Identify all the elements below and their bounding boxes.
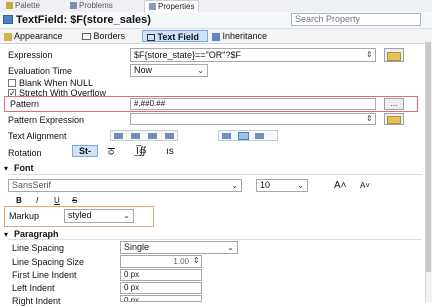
page-title: TextField: $F(store_sales) [16, 14, 151, 26]
markup-dropdown[interactable]: styled ⌄ [64, 209, 134, 223]
evaluation-time-dropdown[interactable]: Now ⌄ [130, 64, 208, 77]
paragraph-section-toggle-icon[interactable]: ▾ [4, 230, 8, 239]
textfield-icon [3, 15, 13, 24]
chevron-down-icon: ⌄ [227, 243, 234, 252]
palette-icon [6, 2, 13, 10]
chevron-down-icon: ⌄ [231, 181, 238, 190]
rotation-label: Rotation [8, 148, 42, 158]
line-spacing-dropdown[interactable]: Single ⌄ [120, 241, 238, 254]
horizontal-alignment-group [110, 130, 178, 141]
tab-palette[interactable]: Palette [6, 0, 40, 11]
appearance-icon [4, 32, 12, 41]
markup-label: Markup [9, 211, 40, 221]
increase-font-size-button[interactable]: A˄ [334, 180, 347, 191]
search-property-input[interactable] [291, 13, 421, 26]
chevron-down-icon: ⌄ [197, 66, 204, 75]
tab-borders[interactable]: Borders [82, 30, 125, 42]
pattern-field[interactable]: #,##0.## [130, 98, 376, 110]
first-line-indent-label: First Line Indent [12, 270, 77, 280]
font-section-label: Font [14, 163, 34, 173]
rotation-upside-down-button[interactable]: ıs [166, 146, 174, 157]
pattern-expression-editor-icon [387, 116, 401, 124]
rotation-right-button[interactable]: I̲̅∯ [136, 146, 147, 157]
problems-icon [70, 2, 77, 10]
line-spacing-size-field[interactable]: 1.00 [120, 255, 202, 268]
expression-editor-button[interactable] [384, 48, 404, 62]
expression-field[interactable]: $F{store_state}=="OR"?$F [130, 48, 376, 62]
pattern-browse-button[interactable]: ... [384, 98, 404, 110]
paragraph-divider [8, 239, 422, 240]
chevron-down-icon: ⌄ [297, 181, 304, 190]
font-section-toggle-icon[interactable]: ▾ [4, 164, 8, 173]
expression-spinner-icon[interactable]: ⇕ [366, 50, 373, 59]
font-divider [8, 174, 422, 175]
line-spacing-size-label: Line Spacing Size [12, 257, 85, 267]
align-top-icon[interactable] [222, 133, 231, 139]
rotation-none-button[interactable]: St- [72, 145, 98, 157]
borders-icon [82, 33, 91, 41]
vertical-alignment-group [218, 130, 278, 141]
tab-problems[interactable]: Problems [70, 0, 113, 11]
line-spacing-size-spinner-icon[interactable]: ⇕ [193, 256, 200, 265]
properties-icon [149, 3, 156, 11]
expression-label: Expression [8, 50, 53, 60]
pattern-expression-editor-button[interactable] [384, 113, 404, 125]
right-indent-field[interactable]: 0 px [120, 295, 202, 302]
align-right-icon[interactable] [148, 133, 157, 139]
text-field-tab-icon [147, 34, 155, 42]
tab-inheritance[interactable]: Inheritance [212, 30, 267, 42]
align-middle-icon[interactable] [238, 132, 249, 140]
chevron-down-icon: ⌄ [123, 211, 130, 220]
paragraph-section-label: Paragraph [14, 229, 59, 239]
strikethrough-button[interactable]: S [72, 196, 77, 205]
inheritance-icon [212, 32, 220, 41]
decrease-font-size-button[interactable]: A˅ [360, 181, 370, 190]
line-spacing-label: Line Spacing [12, 243, 65, 253]
expression-editor-icon [387, 52, 401, 61]
pattern-label: Pattern [10, 99, 40, 109]
align-bottom-icon[interactable] [255, 133, 264, 139]
blank-when-null-checkbox[interactable] [8, 79, 16, 87]
text-alignment-label: Text Alignment [8, 131, 67, 141]
rotation-left-button[interactable]: ਠ [108, 146, 115, 157]
tab-appearance[interactable]: Appearance [4, 30, 63, 42]
italic-button[interactable]: I [36, 196, 38, 205]
tab-text-field[interactable]: Text Field [142, 30, 208, 42]
scrollbar-thumb[interactable] [426, 42, 431, 272]
first-line-indent-field[interactable]: 0 px [120, 269, 202, 281]
pattern-expression-spinner-icon[interactable]: ⇕ [366, 114, 373, 123]
align-left-icon[interactable] [114, 133, 123, 139]
bold-button[interactable]: B [16, 196, 22, 205]
align-justify-icon[interactable] [165, 133, 174, 139]
underline-button[interactable]: U [54, 196, 60, 205]
pattern-expression-label: Pattern Expression [8, 115, 85, 125]
left-indent-label: Left Indent [12, 283, 55, 293]
evaluation-time-label: Evaluation Time [8, 66, 73, 76]
pattern-expression-field[interactable] [130, 113, 376, 125]
font-family-dropdown[interactable]: SansSerif ⌄ [8, 179, 242, 192]
font-size-dropdown[interactable]: 10 ⌄ [256, 179, 308, 192]
tab-properties[interactable]: Properties [144, 0, 200, 12]
align-center-icon[interactable] [131, 133, 140, 139]
left-indent-field[interactable]: 0 px [120, 282, 202, 294]
